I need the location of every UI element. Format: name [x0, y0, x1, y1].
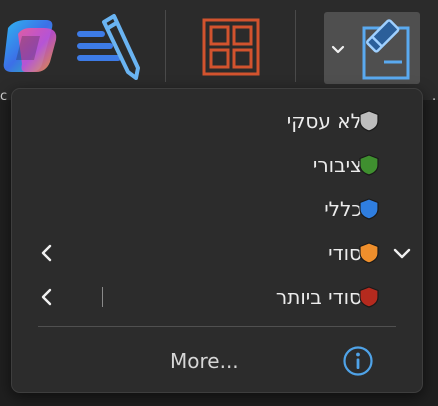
- menu-item-highly-confidential[interactable]: סודי ביותר: [12, 275, 424, 319]
- editor-pen-icon: [77, 14, 140, 80]
- ribbon-separator: [165, 10, 166, 82]
- sensitivity-dropdown-menu: לא עסקי ציבורי כללי סודי סודי ביותר More…: [11, 88, 423, 393]
- menu-item-label: כללי: [324, 197, 362, 221]
- more-button[interactable]: More...: [12, 339, 424, 383]
- text-caret: [102, 287, 103, 307]
- grid-icon: [202, 18, 260, 76]
- sensitivity-button[interactable]: [324, 12, 420, 84]
- menu-item-confidential[interactable]: סודי: [12, 231, 424, 275]
- truncated-ribbon-label: .: [432, 92, 437, 102]
- menu-item-general[interactable]: כללי: [12, 187, 424, 231]
- info-icon: [343, 346, 373, 376]
- shield-icon: [359, 198, 379, 220]
- shield-icon: [359, 110, 379, 132]
- sensitivity-icon: [362, 19, 410, 80]
- editor-button[interactable]: [74, 12, 146, 82]
- chevron-left-icon: [41, 244, 52, 262]
- truncated-ribbon-label: c: [0, 92, 8, 102]
- copilot-icon: [3, 20, 57, 72]
- checkmark-icon: [393, 248, 411, 259]
- copilot-button[interactable]: [0, 14, 62, 78]
- menu-item-label: לא עסקי: [286, 109, 362, 133]
- menu-item-label: סודי: [328, 241, 362, 265]
- menu-divider: [38, 326, 396, 327]
- chevron-down-icon: [331, 45, 345, 54]
- menu-item-non-business[interactable]: לא עסקי: [12, 99, 424, 143]
- shield-icon: [359, 154, 379, 176]
- menu-item-public[interactable]: ציבורי: [12, 143, 424, 187]
- shield-icon: [359, 242, 379, 264]
- shield-icon: [359, 286, 379, 308]
- ribbon-separator: [295, 10, 296, 82]
- menu-item-label: סודי ביותר: [275, 285, 362, 309]
- ribbon: [0, 0, 438, 100]
- menu-item-label: ציבורי: [312, 153, 362, 177]
- add-ins-button[interactable]: [200, 16, 262, 78]
- more-label: More...: [170, 349, 239, 373]
- chevron-left-icon: [41, 288, 52, 306]
